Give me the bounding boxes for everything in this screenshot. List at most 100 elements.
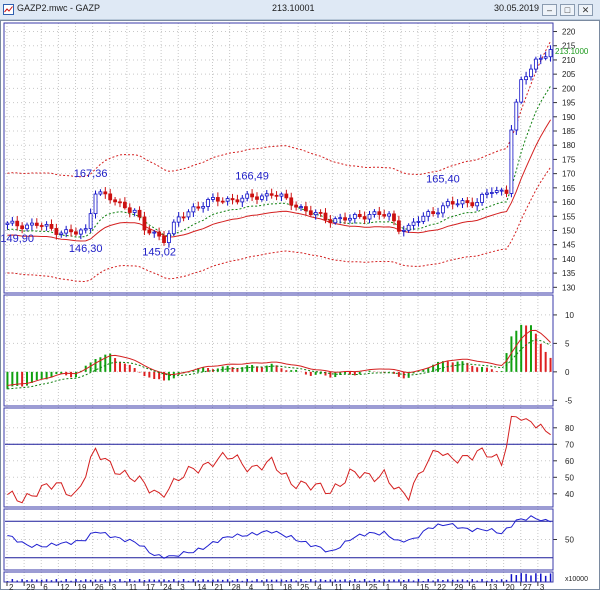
y-tick-label: 130 [562, 283, 576, 292]
candle [504, 189, 509, 194]
x-tick-label: 17 [146, 583, 155, 591]
upper-band [7, 40, 552, 178]
x-tick-label: 3 [112, 583, 117, 591]
y-tick-label: 70 [565, 440, 574, 449]
candle [304, 206, 308, 212]
oscillator-panel[interactable]: -5 0 5 10 [5, 311, 574, 405]
y-tick-label: 140 [562, 255, 576, 264]
x-tick-label: 21 [215, 583, 224, 591]
candle [489, 192, 494, 194]
x-tick-label: 25 [300, 583, 309, 591]
chart-window: GAZP2.mwc - GAZP 213.10001 30.05.2019 – … [0, 0, 600, 591]
candle [387, 213, 391, 217]
rsi-panel[interactable]: 40 50 60 70 80 [5, 415, 574, 504]
y-tick-label: -5 [565, 396, 573, 405]
x-tick-label: 14 [197, 583, 206, 591]
y-tick-label: 220 [562, 28, 576, 37]
y-tick-label: 60 [565, 457, 574, 466]
candle [343, 217, 347, 221]
y-tick-label: 135 [562, 269, 576, 278]
x-tick-label: 3 [180, 583, 185, 591]
close-icon: ✕ [581, 5, 590, 15]
y-tick-label: 5 [565, 339, 570, 348]
y-tick-label: 10 [565, 311, 574, 320]
candle [186, 211, 191, 218]
candle [299, 206, 303, 209]
y-tick-label: 175 [562, 155, 576, 164]
candle [348, 217, 352, 221]
candle [103, 191, 108, 195]
x-tick-label: 26 [95, 583, 104, 591]
candle [191, 206, 196, 213]
x-tick-label: 1 [386, 583, 391, 591]
y-tick-label: 190 [562, 113, 576, 122]
x-tick-label: 6 [471, 583, 476, 591]
restore-button[interactable]: □ [560, 4, 575, 16]
close-button[interactable]: ✕ [578, 4, 593, 16]
x-tick-label: 15 [420, 583, 429, 591]
x-tick-label: 27 [523, 583, 532, 591]
candle [441, 205, 445, 214]
candle [367, 214, 372, 220]
candle [20, 225, 25, 230]
y-tick-label: 180 [562, 141, 576, 150]
candle [269, 193, 274, 196]
candle [206, 199, 210, 207]
candle [338, 217, 343, 220]
candle [118, 201, 122, 204]
price-annotation: 167,36 [74, 168, 108, 180]
price-panel[interactable]: 130 135 140 145 150 155 160 165 170 175 180 185 190 1… [0, 28, 589, 293]
candle [215, 197, 220, 202]
candle [49, 223, 54, 229]
x-tick-label: 6 [43, 583, 48, 591]
title-bar[interactable]: GAZP2.mwc - GAZP 213.10001 30.05.2019 – … [0, 0, 600, 20]
candle [5, 222, 10, 225]
candle [362, 216, 367, 220]
candle [499, 189, 504, 192]
candle [475, 202, 480, 207]
y-tick-label: 50 [565, 473, 574, 482]
candle [514, 101, 519, 131]
candle [450, 201, 455, 205]
candle [176, 216, 181, 223]
candle [426, 211, 431, 217]
candle [509, 129, 514, 194]
candle [34, 222, 39, 226]
candle [196, 206, 201, 209]
y-tick-label: 40 [565, 490, 574, 499]
y-tick-label: 165 [562, 184, 576, 193]
candle [98, 191, 103, 195]
y-tick-label: 170 [562, 170, 576, 179]
y-tick-label: 205 [562, 70, 576, 79]
x-tick-label: 2 [9, 583, 14, 591]
candle [382, 214, 387, 217]
candle [245, 193, 250, 199]
price-annotation: 166,49 [235, 171, 269, 183]
x-tick-label: 8 [403, 583, 408, 591]
candle [10, 220, 15, 224]
candle [59, 232, 64, 235]
panel-frame [3, 407, 554, 508]
candle [421, 215, 426, 222]
y-tick-label: 145 [562, 241, 576, 250]
candle [74, 231, 78, 235]
candle [211, 197, 215, 200]
candle [78, 229, 83, 235]
minimize-icon: – [546, 5, 552, 15]
candle [372, 211, 377, 215]
candle [152, 231, 157, 234]
chart-area[interactable]: 1301351401451501551601651701751801851901… [0, 20, 600, 591]
candle [455, 203, 460, 206]
candle [533, 58, 538, 70]
x-tick-label: 4 [317, 583, 322, 591]
candle [167, 233, 171, 244]
minimize-button[interactable]: – [542, 4, 557, 16]
candle [313, 212, 318, 216]
y-tick-label: 50 [565, 536, 574, 545]
candle [323, 212, 328, 221]
volume-scale-label: x10000 [565, 576, 588, 583]
candle [264, 193, 269, 197]
y-tick-label: 150 [562, 226, 576, 235]
candle [543, 56, 548, 59]
oscillator-2-panel[interactable]: 50 [5, 515, 574, 559]
